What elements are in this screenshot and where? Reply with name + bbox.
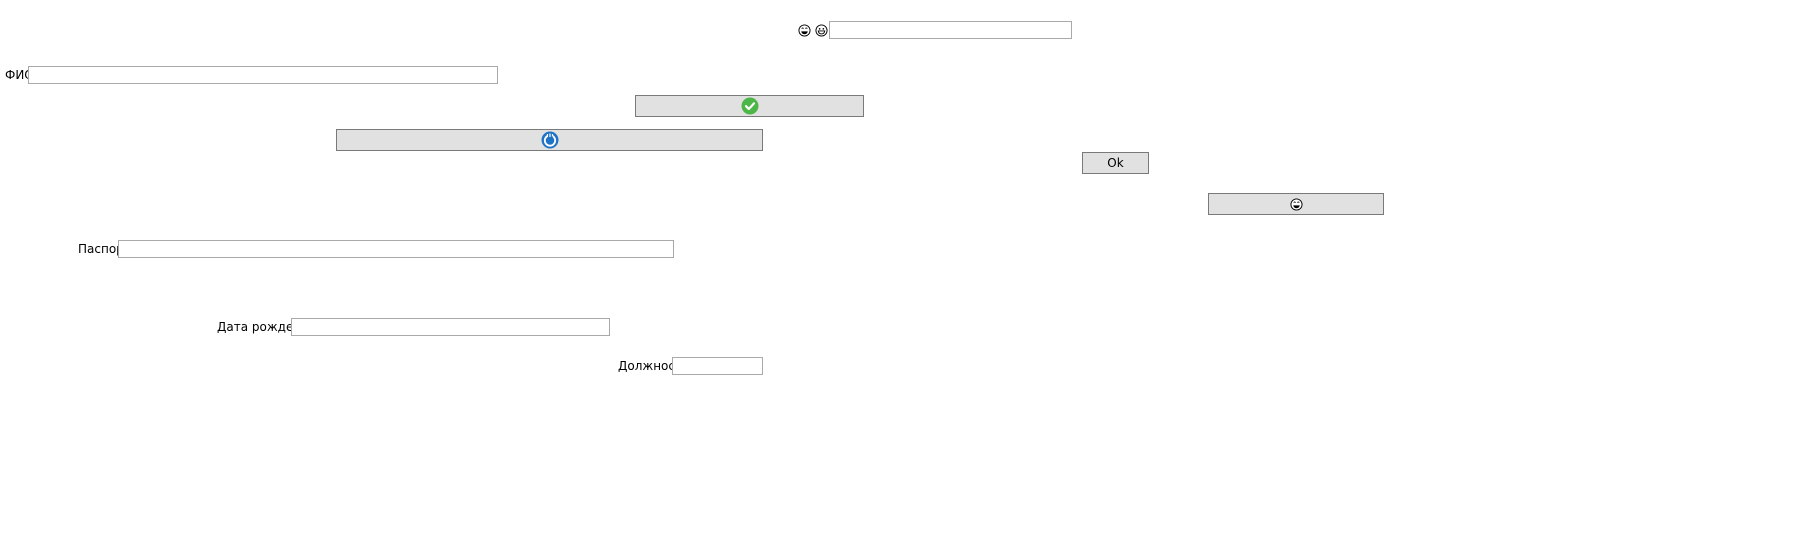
form-window: ФИО Ok Паспорт Дата рождения Должность <box>0 0 1801 542</box>
ok-button-label: Ok <box>1107 156 1124 170</box>
top-text-field[interactable] <box>829 21 1072 39</box>
refresh-button[interactable] <box>336 129 763 151</box>
position-field[interactable] <box>672 357 763 375</box>
confirm-button[interactable] <box>635 95 864 117</box>
emoji-button[interactable] <box>1208 193 1384 215</box>
laugh-face-icon <box>1289 197 1303 211</box>
grin-face-icon <box>815 24 828 40</box>
birth-date-field[interactable] <box>291 318 610 336</box>
laugh-face-icon <box>798 24 811 40</box>
check-circle-icon <box>741 97 759 115</box>
refresh-icon <box>541 131 559 149</box>
passport-field[interactable] <box>118 240 674 258</box>
ok-button[interactable]: Ok <box>1082 152 1149 174</box>
fio-field[interactable] <box>28 66 498 84</box>
